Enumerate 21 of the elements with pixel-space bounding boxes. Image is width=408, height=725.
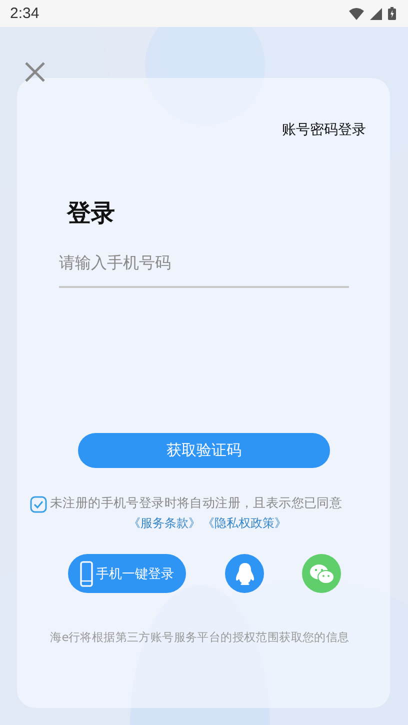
agreement-text: 未注册的手机号登录时将自动注册，且表示您已同意 <box>50 495 342 512</box>
battery-icon <box>388 7 396 20</box>
phone-login-button[interactable]: 手机一键登录 <box>68 554 186 593</box>
get-code-button[interactable]: 获取验证码 <box>78 433 330 468</box>
policy-link[interactable]: 《隐私权政策》 <box>202 515 286 532</box>
password-login-link[interactable]: 账号密码登录 <box>282 121 366 139</box>
close-icon <box>25 62 45 82</box>
phone-input-field[interactable]: 请输入手机号码 <box>59 253 349 288</box>
wifi-icon <box>349 8 364 20</box>
login-title: 登录 <box>67 198 116 229</box>
chat-bubbles-button[interactable] <box>302 554 341 593</box>
status-time: 2:34 <box>10 5 40 22</box>
agreement-checkbox[interactable] <box>30 496 47 513</box>
chat-bubbles-icon <box>308 562 334 584</box>
penguin-icon <box>234 562 254 586</box>
phone-icon <box>80 560 93 586</box>
policy-link[interactable]: 《服务条款》 <box>128 515 200 532</box>
footer-note: 海e行将根据第三方账号服务平台的授权范围获取您的信息 <box>50 630 350 645</box>
penguin-button[interactable] <box>225 554 264 593</box>
close-button[interactable] <box>25 62 45 82</box>
signal-icon <box>370 8 382 20</box>
